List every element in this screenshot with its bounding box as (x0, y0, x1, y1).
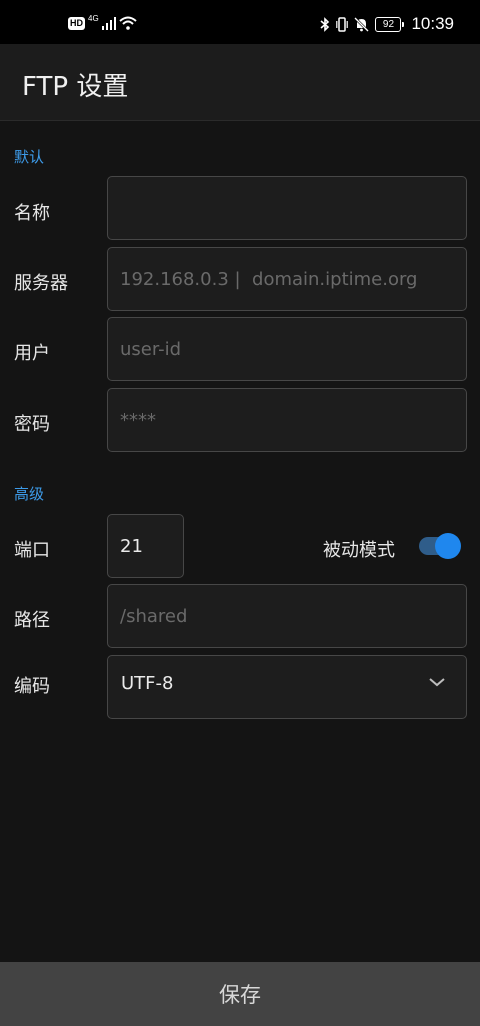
encoding-label: 编码 (14, 676, 50, 697)
name-input[interactable] (107, 176, 467, 240)
path-label: 路径 (14, 610, 50, 631)
password-label: 密码 (14, 414, 50, 435)
mute-bell-icon (354, 16, 370, 32)
network-type: 4G (88, 13, 99, 23)
password-input[interactable] (107, 388, 467, 452)
encoding-select[interactable]: UTF-8 (107, 655, 467, 719)
vibrate-icon (336, 16, 349, 32)
user-input[interactable] (107, 317, 467, 381)
hd-badge: HD (68, 16, 85, 30)
chevron-down-icon (429, 678, 445, 687)
user-label: 用户 (14, 343, 50, 364)
page-title: FTP 设置 (22, 72, 129, 102)
passive-mode-label: 被动模式 (323, 540, 395, 561)
status-bar: HD 4G 92 10:39 (0, 0, 480, 44)
toggle-thumb (435, 533, 461, 559)
path-input[interactable] (107, 584, 467, 648)
signal-icon (101, 16, 116, 30)
name-label: 名称 (14, 203, 50, 224)
status-right: 92 10:39 (320, 14, 454, 34)
section-header-default: 默认 (14, 148, 45, 166)
encoding-value: UTF-8 (121, 673, 174, 694)
status-left: HD 4G (68, 13, 137, 30)
wifi-icon (119, 16, 137, 30)
section-header-advanced: 高级 (14, 485, 45, 503)
port-label: 端口 (14, 540, 50, 561)
server-label: 服务器 (14, 273, 68, 294)
clock: 10:39 (411, 14, 454, 33)
app-bar: FTP 设置 (0, 44, 480, 121)
save-button[interactable]: 保存 (0, 962, 480, 1026)
bluetooth-icon (320, 16, 330, 32)
server-input[interactable] (107, 247, 467, 311)
passive-mode-toggle[interactable] (419, 533, 463, 559)
battery-icon: 92 (375, 16, 405, 32)
port-input[interactable] (107, 514, 184, 578)
